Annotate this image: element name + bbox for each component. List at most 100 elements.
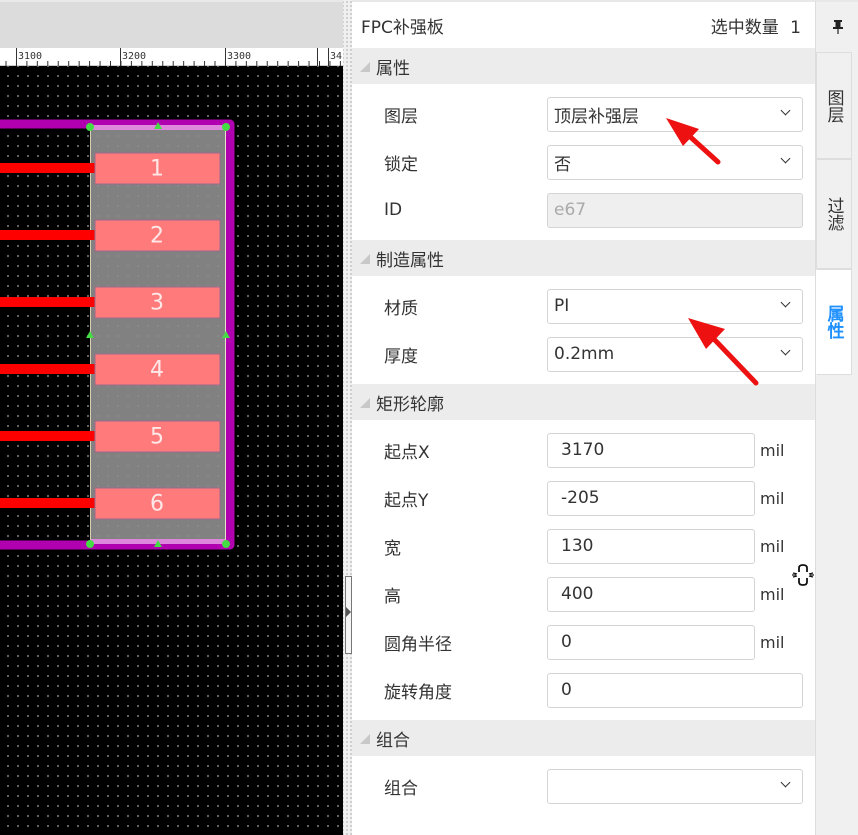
lock-select[interactable]: 否 — [547, 144, 803, 180]
resize-cursor-icon — [792, 564, 814, 586]
material-label: 材质 — [384, 298, 418, 319]
trace[interactable] — [0, 364, 96, 374]
section-header-group[interactable]: 组合 — [352, 720, 815, 756]
side-tab-layers[interactable]: 图层 — [816, 52, 852, 159]
pcb-board-view[interactable]: 1 2 3 4 5 6 — [0, 66, 343, 835]
width-label: 宽 — [384, 538, 401, 559]
material-row: 材质 PI — [352, 282, 815, 330]
side-tab-label: 属性 — [823, 305, 844, 339]
chevron-down-icon — [780, 105, 791, 115]
canvas-toolbar-strip — [0, 0, 343, 48]
collapse-arrow-icon — [346, 607, 351, 617]
pad-number: 2 — [150, 224, 164, 249]
section-header-properties[interactable]: 属性 — [352, 48, 815, 84]
rotation-row: 旋转角度 0 — [352, 666, 815, 714]
unit-label: mil — [760, 488, 785, 508]
width-row: 宽 130 mil — [352, 522, 815, 570]
unit-label: mil — [760, 440, 785, 460]
properties-panel: FPC补强板 选中数量 1 属性 图层 顶层补强层 锁定 否 ID e67 制造… — [352, 0, 815, 835]
trace[interactable] — [0, 498, 96, 508]
start-y-value: -205 — [561, 488, 600, 508]
start-x-input[interactable]: 3170 — [547, 432, 755, 468]
material-select-value: PI — [554, 296, 570, 316]
corner-radius-row: 圆角半径 0 mil — [352, 618, 815, 666]
id-field: e67 — [547, 192, 803, 228]
section-title: 矩形轮廓 — [376, 394, 444, 415]
id-row: ID e67 — [352, 186, 815, 234]
section-title: 属性 — [376, 58, 410, 79]
material-select[interactable]: PI — [547, 288, 803, 324]
group-label: 组合 — [384, 778, 418, 799]
start-y-input[interactable]: -205 — [547, 480, 755, 516]
start-x-label: 起点X — [384, 442, 430, 463]
trace[interactable] — [0, 163, 96, 173]
rotation-input[interactable]: 0 — [547, 672, 803, 708]
section-body-properties: 图层 顶层补强层 锁定 否 ID e67 — [352, 84, 815, 240]
side-tab-properties[interactable]: 属性 — [816, 269, 852, 375]
chevron-down-icon — [780, 345, 791, 355]
height-input[interactable]: 400 — [547, 576, 755, 612]
pad-number: 5 — [150, 425, 164, 450]
corner-radius-input[interactable]: 0 — [547, 624, 755, 660]
side-tab-label: 图层 — [823, 88, 844, 123]
width-input[interactable]: 130 — [547, 528, 755, 564]
trace[interactable] — [0, 230, 96, 240]
height-label: 高 — [384, 586, 401, 607]
collapse-triangle-icon — [360, 254, 370, 264]
selection-handle-corner[interactable] — [86, 540, 94, 548]
horizontal-ruler: 3100 3200 3300 34 — [0, 48, 343, 66]
section-body-group: 组合 — [352, 756, 815, 816]
thickness-row: 厚度 0.2mm — [352, 330, 815, 378]
pcb-drawing: 1 2 3 4 5 6 — [0, 119, 235, 550]
rotation-value: 0 — [561, 680, 572, 700]
pcb-canvas-area[interactable]: 3100 3200 3300 34 123456 — [0, 0, 343, 835]
thickness-select-value: 0.2mm — [554, 344, 615, 364]
id-label: ID — [384, 200, 403, 220]
section-header-manufacturing[interactable]: 制造属性 — [352, 240, 815, 276]
rotation-label: 旋转角度 — [384, 682, 452, 703]
group-select[interactable] — [547, 768, 803, 804]
start-y-row: 起点Y -205 mil — [352, 474, 815, 522]
group-row: 组合 — [352, 762, 815, 810]
pad-number: 4 — [150, 358, 164, 383]
pad-number: 6 — [150, 492, 164, 517]
trace[interactable] — [0, 431, 96, 441]
id-value: e67 — [554, 200, 587, 220]
selection-count: 选中数量 1 — [711, 13, 801, 38]
panel-header: FPC补强板 选中数量 1 — [352, 2, 815, 48]
trace[interactable] — [0, 297, 96, 307]
collapse-triangle-icon — [360, 734, 370, 744]
start-y-label: 起点Y — [384, 490, 429, 511]
pin-icon — [832, 20, 843, 34]
stiffener-rect[interactable] — [90, 127, 226, 544]
height-value: 400 — [561, 584, 594, 604]
section-title: 制造属性 — [376, 250, 444, 271]
corner-radius-value: 0 — [561, 632, 572, 652]
selection-count-label: 选中数量 — [710, 17, 779, 38]
selection-handle-corner[interactable] — [86, 123, 94, 131]
pad-number: 1 — [150, 157, 164, 182]
pad-number: 3 — [150, 291, 164, 316]
lock-label: 锁定 — [384, 154, 418, 175]
start-x-value: 3170 — [561, 440, 605, 460]
corner-radius-label: 圆角半径 — [384, 634, 452, 655]
chevron-down-icon — [780, 153, 791, 163]
ruler-label: 3100 — [18, 51, 42, 62]
section-body-manufacturing: 材质 PI 厚度 0.2mm — [352, 276, 815, 384]
selection-count-value: 1 — [790, 17, 801, 38]
chevron-down-icon — [780, 297, 791, 307]
unit-label: mil — [760, 584, 785, 604]
selection-handle-corner[interactable] — [222, 540, 230, 548]
layer-select[interactable]: 顶层补强层 — [547, 96, 803, 132]
pin-button[interactable] — [816, 4, 858, 50]
collapse-triangle-icon — [360, 62, 370, 72]
thickness-select[interactable]: 0.2mm — [547, 336, 803, 372]
ruler-label: 3200 — [122, 51, 146, 62]
side-tab-label: 过滤 — [823, 197, 844, 231]
ruler-svg: 3100 3200 3300 34 — [5, 48, 342, 66]
ruler-label: 34 — [330, 51, 342, 62]
panel-splitter[interactable] — [343, 0, 352, 835]
selection-handle-corner[interactable] — [222, 123, 230, 131]
side-tab-filter[interactable]: 过滤 — [816, 159, 852, 269]
section-header-rect-outline[interactable]: 矩形轮廓 — [352, 384, 815, 420]
